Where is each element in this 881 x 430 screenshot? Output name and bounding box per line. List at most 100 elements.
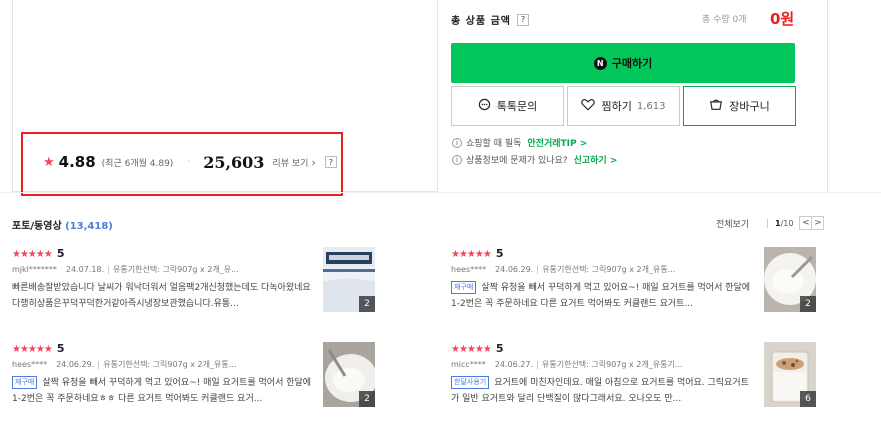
review-meta: micc**** 24.06.27. 유통기한선택: 그릭907g x 2개_유… (451, 359, 682, 370)
review-photo[interactable]: 6 (764, 342, 816, 407)
review-card[interactable]: ★★★★★ 5 mjkl******* 24.07.18. 유통기한선택: 그릭9… (12, 247, 382, 317)
heart-icon (581, 98, 596, 115)
total-quantity: 총 수량 0개 (702, 15, 747, 25)
rating-score: 4.88 (58, 153, 96, 171)
rating-separator: · (187, 157, 191, 167)
photo-count-badge: 2 (359, 296, 375, 312)
review-score: 5 (495, 247, 504, 260)
pager-separator (767, 218, 768, 228)
review-rating: ★★★★★ 5 (451, 247, 503, 260)
review-count[interactable]: 25,603 (203, 153, 264, 172)
wishlist-button[interactable]: 찜하기 1,613 (567, 86, 680, 126)
review-photo[interactable]: 2 (323, 342, 375, 407)
review-text: 재구매 살짝 유청을 빼서 꾸덕하게 먹고 있어요~! 매일 요거트를 먹어서 한… (451, 280, 756, 312)
report-line: i 상품정보에 문제가 있나요? 신고하기 > (452, 153, 617, 166)
report-link[interactable]: 신고하기 > (574, 153, 618, 166)
review-date: 24.06.29. (495, 265, 534, 274)
rating-summary: ★ 4.88 (최근 6개월 4.89) · 25,603 리뷰 보기 › ? (43, 152, 337, 172)
review-text: 한달사용기 요거트에 미친자인데요. 매일 아침으로 요거트를 먹어요. 그릭요거… (451, 375, 756, 407)
help-icon[interactable]: ? (516, 13, 529, 26)
talk-inquiry-button[interactable]: 톡톡문의 (451, 86, 564, 126)
safety-tip-line: i 쇼핑할 때 필독 안전거래TIP > (452, 136, 587, 149)
repurchase-tag: 재구매 (451, 281, 477, 294)
review-option: 유통기한선택: 그릭907g x 2개_유통... (542, 265, 676, 274)
photo-count-badge: 6 (800, 391, 816, 407)
buy-button-label: 구매하기 (611, 57, 653, 70)
review-option: 유통기한선택: 그릭907g x 2개_유통... (103, 360, 237, 369)
review-score: 5 (495, 342, 504, 355)
photo-review-title-text: 포토/동영상 (12, 221, 62, 232)
review-stars: ★★★★★ (451, 249, 492, 260)
wishlist-count: 1,613 (636, 100, 666, 112)
safety-tip-text: 쇼핑할 때 필독 (466, 139, 522, 149)
next-page-button[interactable]: > (811, 216, 825, 230)
info-icon: i (452, 154, 462, 165)
review-card[interactable]: ★★★★★ 5 micc**** 24.06.27. 유통기한선택: 그릭907g… (451, 342, 821, 412)
review-meta: hees**** 24.06.29. 유통기한선택: 그릭907g x 2개_유… (12, 359, 236, 370)
cart-label: 장바구니 (729, 100, 770, 113)
review-text-body: 요거트에 미친자인데요. 매일 아침으로 요거트를 먹어요. 그릭요거트가 일반… (451, 378, 749, 404)
review-text: 재구매 살짝 유청을 빼서 꾸덕하게 먹고 있어요~! 매일 요거트를 먹어서 한… (12, 375, 317, 407)
talk-inquiry-label: 톡톡문의 (496, 100, 538, 113)
monthly-use-tag: 한달사용기 (451, 376, 490, 389)
review-rating: ★★★★★ 5 (12, 247, 64, 260)
review-card[interactable]: ★★★★★ 5 hees**** 24.06.29. 유통기한선택: 그릭907g… (451, 247, 821, 317)
review-user: hees**** (12, 360, 48, 369)
meta-divider (98, 360, 100, 369)
photo-review-count: (13,418) (65, 221, 113, 232)
info-icon: i (452, 137, 462, 148)
total-price: 0원 (770, 10, 795, 28)
review-date: 24.07.18. (65, 265, 105, 274)
review-stars: ★★★★★ (451, 344, 492, 355)
review-rating: ★★★★★ 5 (12, 342, 64, 355)
review-user: mjkl******* (12, 265, 57, 274)
review-score: 5 (56, 247, 65, 260)
wishlist-label: 찜하기 (601, 100, 632, 113)
section-divider (0, 192, 881, 193)
review-rating: ★★★★★ 5 (451, 342, 503, 355)
review-meta: mjkl******* 24.07.18. 유통기한선택: 그릭907g x 2… (12, 264, 239, 275)
review-text-body: 살짝 유청을 빼서 꾸덕하게 먹고 있어요~! 매일 요거트를 먹어서 한달에 … (451, 283, 751, 309)
photo-count-badge: 2 (359, 391, 375, 407)
review-text-body: 살짝 유청을 빼서 꾸덕하게 먹고 있어요~! 매일 요거트를 먹어서 한달에 … (12, 378, 312, 404)
review-user: hees**** (451, 265, 487, 274)
page-total: /10 (780, 218, 794, 228)
meta-divider (537, 265, 539, 274)
review-date: 24.06.29. (56, 360, 95, 369)
see-all-link[interactable]: 전체보기 (716, 217, 749, 230)
review-option: 유통기한선택: 그릭907g x 2개_유... (113, 265, 239, 274)
buy-button[interactable]: N 구매하기 (451, 43, 795, 83)
chevron-right-icon: › (311, 155, 316, 169)
photo-review-pager: 1/10 < > (760, 216, 825, 230)
meta-divider (536, 360, 538, 369)
review-photo[interactable]: 2 (764, 247, 816, 312)
review-option: 유통기한선택: 그릭907g x 2개_유통기... (541, 360, 683, 369)
cart-button[interactable]: 장바구니 (683, 86, 796, 126)
photo-review-title: 포토/동영상 (13,418) (12, 217, 113, 232)
photo-count-badge: 2 (800, 296, 816, 312)
review-text: 빠른배송잘받았습니다 날씨가 워낙더워서 얼음팩2개신청했는데도 다녹아왔네요 … (12, 283, 311, 309)
review-user: micc**** (451, 360, 486, 369)
help-icon[interactable]: ? (324, 156, 337, 168)
review-date: 24.06.27. (494, 360, 533, 369)
report-text: 상품정보에 문제가 있나요? (466, 156, 568, 166)
naver-pay-icon: N (593, 56, 607, 70)
total-price-label: 총 상품 금액 ? (451, 12, 529, 27)
review-view-link[interactable]: 리뷰 보기 › (272, 156, 315, 169)
meta-divider (108, 265, 110, 274)
panel-divider (827, 0, 828, 192)
page-indicator: 1/10 (775, 219, 793, 228)
review-card[interactable]: ★★★★★ 5 hees**** 24.06.29. 유통기한선택: 그릭907g… (12, 342, 382, 412)
safety-tip-link[interactable]: 안전거래TIP > (527, 136, 587, 149)
review-view-label: 리뷰 보기 (272, 158, 309, 169)
shopping-bag-icon (709, 98, 723, 115)
rating-recent: (최근 6개월 4.89) (101, 158, 174, 169)
total-price-text: 총 상품 금액 (451, 16, 511, 27)
review-stars: ★★★★★ (12, 344, 53, 355)
review-photo[interactable]: 2 (323, 247, 375, 312)
review-stars: ★★★★★ (12, 249, 53, 260)
review-meta: hees**** 24.06.29. 유통기한선택: 그릭907g x 2개_유… (451, 264, 675, 275)
review-score: 5 (56, 342, 65, 355)
star-icon: ★ (43, 154, 55, 170)
chat-bubble-icon (478, 98, 491, 115)
